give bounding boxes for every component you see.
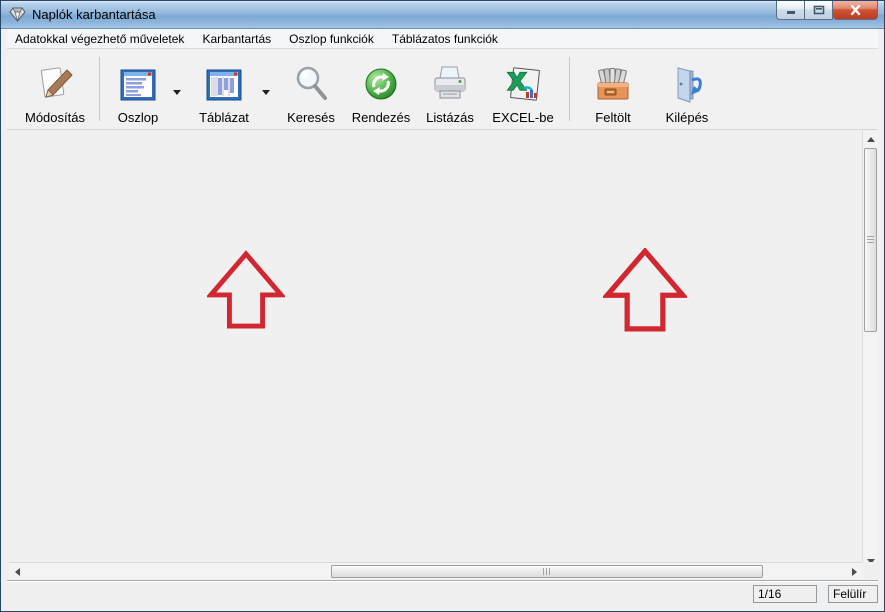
maximize-icon bbox=[813, 4, 825, 16]
statusbar: 1/16 Felülír bbox=[7, 580, 878, 606]
table-window-icon bbox=[203, 62, 245, 108]
vertical-scrollbar[interactable] bbox=[862, 131, 878, 569]
oszlop-label: Oszlop bbox=[118, 108, 158, 125]
feltolt-button[interactable]: Feltölt bbox=[581, 55, 645, 125]
menu-item-oszlop-funkciok[interactable]: Oszlop funkciók bbox=[280, 30, 383, 48]
listazas-label: Listázás bbox=[426, 108, 474, 125]
titlebar: Naplók karbantartása bbox=[1, 1, 885, 29]
close-icon bbox=[849, 4, 862, 16]
sort-refresh-icon bbox=[360, 62, 402, 108]
menu-item-adatokkal[interactable]: Adatokkal végezhető műveletek bbox=[7, 30, 193, 48]
rendezes-button[interactable]: Rendezés bbox=[347, 55, 415, 125]
card-file-icon bbox=[592, 62, 634, 108]
menubar: Adatokkal végezhető műveletek Karbantart… bbox=[7, 29, 878, 49]
scroll-left-button[interactable] bbox=[9, 564, 25, 579]
kilepes-label: Kilépés bbox=[666, 108, 709, 125]
kereses-label: Keresés bbox=[287, 108, 335, 125]
excel-label: EXCEL-be bbox=[492, 108, 553, 125]
app-window: Naplók karbantartása Adatokkal végezhető… bbox=[0, 0, 885, 612]
tablazat-button[interactable]: Táblázat bbox=[191, 55, 257, 125]
tablazat-label: Táblázat bbox=[199, 108, 249, 125]
overwrite-mode-indicator: Felülír bbox=[828, 585, 878, 603]
oszlop-dropdown-arrow[interactable] bbox=[170, 85, 184, 99]
close-button[interactable] bbox=[833, 1, 878, 20]
vertical-scroll-thumb[interactable] bbox=[864, 148, 877, 332]
scroll-up-button[interactable] bbox=[863, 131, 878, 147]
menu-item-tablazatos-funkciok[interactable]: Táblázatos funkciók bbox=[383, 30, 507, 48]
modositas-button[interactable]: Módosítás bbox=[17, 55, 93, 125]
printer-icon bbox=[429, 62, 471, 108]
scrollbar-corner bbox=[862, 562, 878, 579]
horizontal-scrollbar[interactable] bbox=[9, 562, 862, 579]
maximize-button[interactable] bbox=[805, 1, 833, 20]
kilepes-button[interactable]: Kilépés bbox=[655, 55, 719, 125]
excel-button[interactable]: EXCEL-be bbox=[487, 55, 559, 125]
feltolt-label: Feltölt bbox=[595, 108, 630, 125]
toolbar: Módosítás Oszlop bbox=[7, 49, 878, 130]
exit-door-icon bbox=[666, 62, 708, 108]
modositas-label: Módosítás bbox=[25, 108, 85, 125]
menu-item-karbantartas[interactable]: Karbantartás bbox=[193, 30, 280, 48]
window-title: Naplók karbantartása bbox=[32, 7, 156, 22]
toolbar-separator bbox=[99, 57, 100, 121]
listazas-button[interactable]: Listázás bbox=[419, 55, 481, 125]
search-icon bbox=[290, 62, 332, 108]
horizontal-scroll-thumb[interactable] bbox=[331, 565, 763, 578]
data-grid bbox=[7, 130, 878, 604]
scroll-right-button[interactable] bbox=[846, 564, 862, 579]
column-window-icon bbox=[117, 62, 159, 108]
minimize-button[interactable] bbox=[776, 1, 805, 20]
rendezes-label: Rendezés bbox=[352, 108, 411, 125]
toolbar-separator bbox=[569, 57, 570, 121]
record-position-indicator: 1/16 bbox=[753, 585, 817, 603]
oszlop-button[interactable]: Oszlop bbox=[107, 55, 169, 125]
window-controls bbox=[776, 1, 878, 20]
app-diamond-icon bbox=[9, 6, 26, 23]
kereses-button[interactable]: Keresés bbox=[279, 55, 343, 125]
tablazat-dropdown-arrow[interactable] bbox=[259, 85, 273, 99]
edit-icon bbox=[34, 62, 76, 108]
excel-icon bbox=[502, 62, 544, 108]
minimize-icon bbox=[785, 4, 797, 16]
